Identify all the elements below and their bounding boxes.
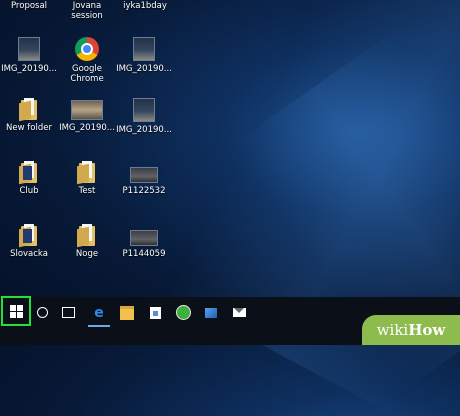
photo-thumbnail-icon [130,230,158,246]
photos-button[interactable] [200,297,222,328]
desktop-icon-label: Noge [75,249,99,259]
desktop-icon-label: Club [19,186,39,196]
desktop-icon-label: P1144059 [122,249,166,259]
desktop-icon-p1122532[interactable]: P1122532 [116,167,172,196]
desktop-icon-label: P1122532 [122,186,166,196]
green-clock-icon [175,305,191,320]
desktop: Proposal Jovana session iyka1bday IMG_20… [0,0,460,297]
task-view-button[interactable] [58,297,78,328]
desktop-icon-img-2[interactable]: IMG_20190... [116,37,172,74]
desktop-icon-proposal[interactable]: Proposal [1,0,57,11]
desktop-icon-label: Google Chrome [70,64,104,84]
folder-icon [120,305,134,320]
store-bag-icon [149,306,161,319]
desktop-icon-img-1[interactable]: IMG_20190... [1,37,57,74]
folder-icon [19,224,39,248]
search-button[interactable] [32,297,52,328]
desktop-icon-noge[interactable]: Noge [59,224,115,259]
cortana-circle-icon [36,307,48,318]
watermark-wiki: wiki [376,321,409,339]
file-explorer-button[interactable] [116,297,138,328]
desktop-icon-label: IMG_20190... [116,64,172,74]
desktop-icon-p1144059[interactable]: P1144059 [116,230,172,259]
photo-thumbnail-icon [71,100,103,120]
desktop-icon-img-4[interactable]: IMG_20190... [116,98,172,135]
watermark-how: How [408,321,446,339]
desktop-icon-test[interactable]: Test [59,161,115,196]
desktop-icon-label: Slovacka [10,249,48,259]
folder-icon [19,98,39,122]
wikihow-watermark: wiki How [362,315,460,345]
photo-thumbnail-icon [130,167,158,183]
photo-thumbnail-icon [133,37,155,61]
mail-button[interactable] [228,297,250,328]
start-button[interactable] [1,296,31,326]
desktop-icon-img-3[interactable]: IMG_20190... [59,100,115,133]
store-button[interactable] [144,297,166,328]
edge-icon: e [94,304,104,321]
desktop-icon-label: Jovana session [71,1,103,21]
clock-app-button[interactable] [172,297,194,328]
chrome-icon [75,37,99,61]
desktop-icon-label: IMG_20190... [116,125,172,135]
desktop-icon-label: IMG_20190... [59,123,115,133]
photos-icon [205,307,217,318]
mail-envelope-icon [232,308,246,317]
desktop-icon-google-chrome[interactable]: Google Chrome [59,37,115,84]
task-view-icon [61,307,75,318]
photo-thumbnail-icon [133,98,155,122]
desktop-icon-label: iyka1bday [123,1,167,11]
edge-button[interactable]: e [88,297,110,328]
active-app-indicator [88,325,110,327]
desktop-icon-jovana-session[interactable]: Jovana session [59,0,115,21]
windows-logo-icon [9,304,23,318]
desktop-icon-club[interactable]: Club [1,161,57,196]
folder-icon [19,161,39,185]
desktop-icon-label: New folder [6,123,52,133]
desktop-icon-label: IMG_20190... [1,64,57,74]
desktop-icon-label: Proposal [10,1,48,11]
folder-icon [77,224,97,248]
desktop-icon-label: Test [78,186,96,196]
desktop-icon-slovacka[interactable]: Slovacka [1,224,57,259]
desktop-icon-iyka1bday[interactable]: iyka1bday [117,0,173,11]
desktop-icon-new-folder[interactable]: New folder [1,98,57,133]
folder-icon [77,161,97,185]
photo-thumbnail-icon [18,37,40,61]
